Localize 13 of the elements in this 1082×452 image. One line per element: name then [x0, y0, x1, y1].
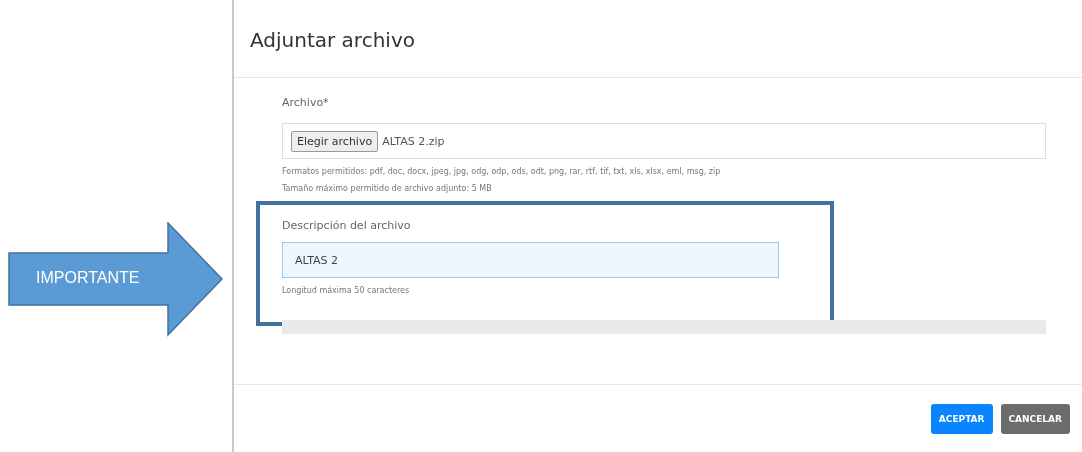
field-label: Descripción del archivo — [282, 219, 412, 232]
callout-label: IMPORTANTE — [36, 268, 140, 287]
description-input[interactable]: ALTAS 2 — [282, 242, 779, 278]
cancel-button[interactable]: CANCELAR — [1000, 404, 1070, 434]
field-label: Archivo* — [282, 96, 330, 109]
dialog-title: Adjuntar archivo — [234, 0, 1082, 78]
choose-file-button[interactable]: Elegir archivo — [291, 130, 379, 152]
help-text: Longitud máxima 50 caracteres — [282, 286, 411, 295]
help-text: Formatos permitidos: pdf, doc, docx, jpeg, jpg, odg, odp, ods, odt, png, rar, rtf, tif, txt, xls, xlsx, eml, msg, zip — [282, 167, 722, 176]
file-name: ALTAS 2.zip — [382, 134, 445, 148]
help-text: Tamaño máximo permitido de archivo adjunto: 5 MB — [282, 184, 493, 193]
file-input[interactable]: Elegir archivo ALTAS 2.zip — [282, 123, 1046, 159]
accept-button[interactable]: ACEPTAR — [930, 404, 993, 434]
